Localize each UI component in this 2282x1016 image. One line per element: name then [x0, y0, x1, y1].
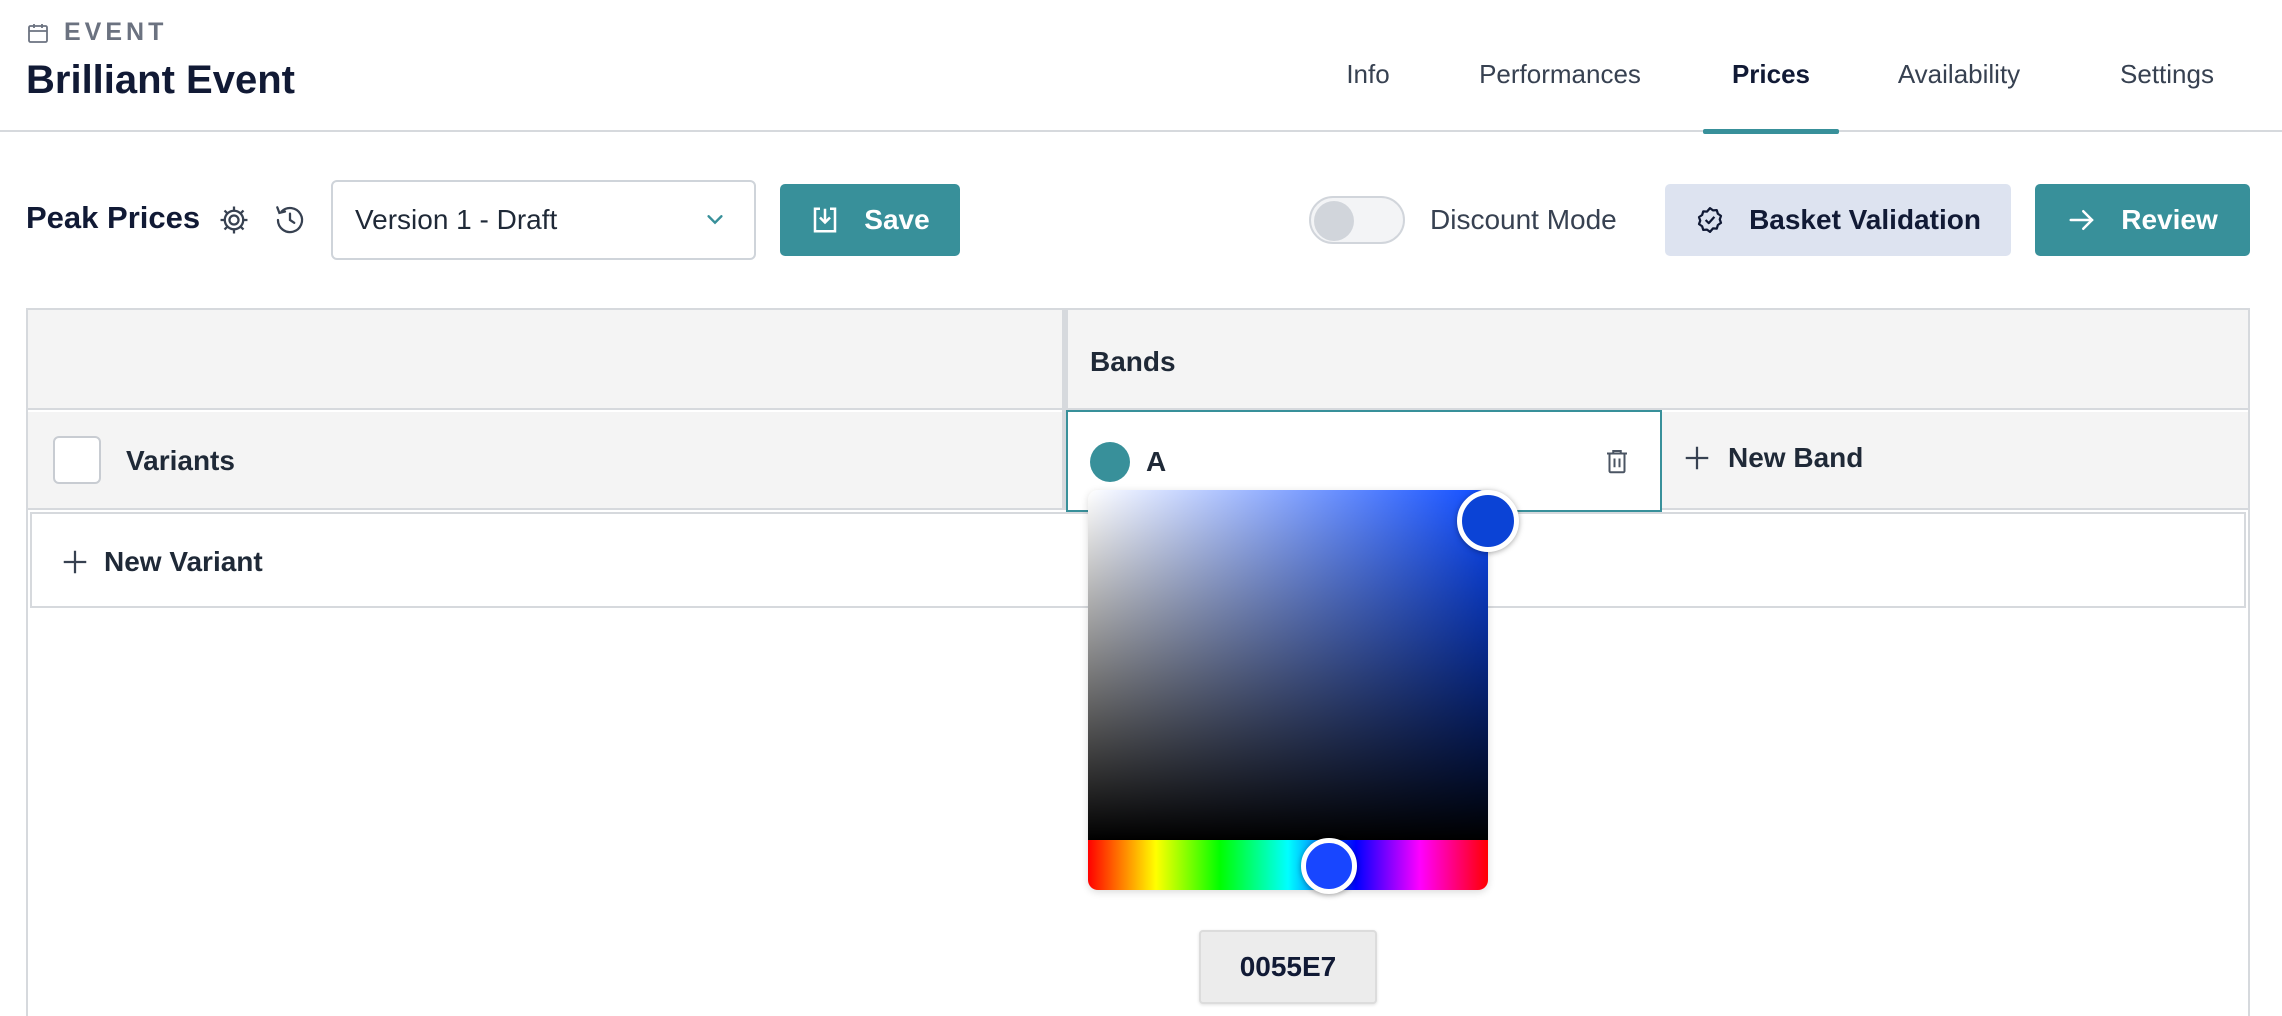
plus-icon — [63, 550, 87, 574]
event-eyebrow: EVENT — [26, 18, 167, 47]
color-picker-popover — [1088, 490, 1488, 890]
price-settings-button[interactable] — [216, 202, 252, 238]
plus-icon — [1685, 446, 1709, 470]
verified-badge-icon — [1697, 207, 1723, 233]
tab-prices[interactable]: Prices — [1703, 0, 1839, 134]
new-variant-button[interactable]: New Variant — [60, 546, 263, 578]
event-title: Brilliant Event — [26, 58, 295, 102]
save-download-icon — [814, 207, 837, 233]
new-variant-label: New Variant — [104, 546, 263, 577]
save-button-label: Save — [864, 204, 930, 235]
price-list-title: Peak Prices — [26, 200, 201, 235]
chevron-down-icon — [707, 215, 723, 225]
basket-validation-label: Basket Validation — [1749, 204, 1981, 235]
arrow-right-icon — [2069, 210, 2095, 230]
select-all-checkbox[interactable] — [53, 436, 101, 484]
tab-performances[interactable]: Performances — [1470, 0, 1650, 132]
band-name: A — [1146, 446, 1167, 477]
review-button-label: Review — [2121, 204, 2218, 235]
hex-color-input[interactable]: 0055E7 — [1199, 930, 1377, 1004]
new-band-label: New Band — [1728, 442, 1864, 473]
basket-validation-button[interactable]: Basket Validation — [1665, 184, 2011, 256]
tab-info[interactable]: Info — [1326, 0, 1410, 132]
grid-header-row: Bands — [28, 310, 2248, 410]
discount-mode-label: Discount Mode — [1430, 204, 1617, 235]
tab-availability[interactable]: Availability — [1888, 0, 2030, 132]
save-button[interactable]: Save — [780, 184, 960, 256]
calendar-icon — [28, 23, 48, 43]
trash-icon[interactable] — [1602, 446, 1632, 476]
history-icon — [276, 206, 304, 234]
variants-header: Variants — [126, 445, 235, 476]
version-history-button[interactable] — [272, 202, 308, 238]
version-select-value: Version 1 - Draft — [355, 204, 558, 235]
saturation-area[interactable] — [1088, 490, 1488, 840]
hue-slider[interactable] — [1088, 840, 1488, 890]
new-band-button[interactable]: New Band — [1682, 442, 1863, 474]
hue-slider-handle[interactable] — [1301, 838, 1357, 894]
tab-settings[interactable]: Settings — [2104, 0, 2230, 132]
discount-mode-toggle[interactable] — [1309, 196, 1405, 244]
bands-header: Bands — [1090, 346, 1176, 377]
page-header: EVENT Brilliant Event Info Performances … — [0, 0, 2282, 134]
toggle-knob — [1314, 201, 1354, 241]
saturation-handle[interactable] — [1457, 490, 1519, 552]
eyebrow-label: EVENT — [64, 18, 168, 46]
version-select[interactable]: Version 1 - Draft — [331, 180, 756, 260]
review-button[interactable]: Review — [2035, 184, 2250, 256]
band-color-swatch[interactable] — [1090, 442, 1130, 482]
gear-icon — [220, 206, 248, 234]
